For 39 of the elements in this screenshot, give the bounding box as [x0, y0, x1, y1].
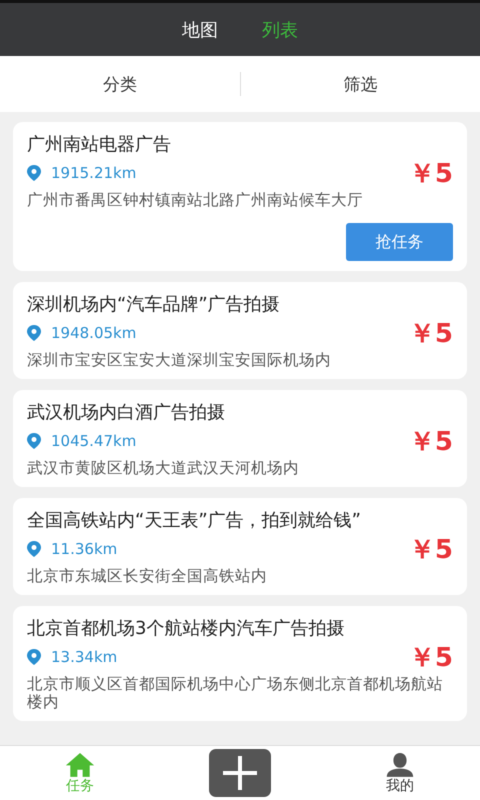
top-tab[interactable]: 地图	[182, 18, 218, 42]
location-pin-icon	[27, 433, 41, 449]
task-card[interactable]: 北京首都机场3个航站楼内汽车广告拍摄 13.34km ￥5 北京市顺义区首都国际机场中心广场东侧北京首都机场航站楼内	[13, 606, 467, 721]
home-icon	[65, 752, 95, 776]
filter-tab[interactable]: 分类	[0, 72, 240, 96]
task-title: 广州南站电器广告	[27, 133, 172, 157]
nav-tab[interactable]: 我的	[386, 752, 414, 794]
task-card[interactable]: 武汉机场内白酒广告拍摄 1045.47km ￥5 武汉市黄陂区机场大道武汉天河机场内	[13, 390, 467, 487]
task-title: 武汉机场内白酒广告拍摄	[27, 401, 226, 425]
address-text: 广州市番禺区钟村镇南站北路广州南站候车大厅	[27, 191, 364, 209]
task-card[interactable]: 深圳机场内“汽车品牌”广告拍摄 1948.05km ￥5 深圳市宝安区宝安大道深圳宝安国际机场内	[13, 282, 467, 379]
location-pin-icon	[27, 325, 41, 341]
distance-text: 1045.47km	[51, 432, 136, 450]
address-text: 北京市顺义区首都国际机场中心广场东侧北京首都机场航站楼内	[27, 675, 444, 711]
task-title: 全国高铁站内“天王表”广告，拍到就给钱”	[27, 509, 362, 533]
price-text: ￥5	[408, 426, 453, 458]
task-card[interactable]: 全国高铁站内“天王表”广告，拍到就给钱” 11.36km ￥5 北京市东城区长安街全国高铁站内	[13, 498, 467, 595]
top-tab[interactable]: 列表	[262, 18, 298, 42]
distance-text: 1948.05km	[51, 324, 136, 342]
user-icon	[386, 752, 414, 776]
address-text: 深圳市宝安区宝安大道深圳宝安国际机场内	[27, 351, 332, 369]
task-title: 深圳机场内“汽车品牌”广告拍摄	[27, 293, 281, 317]
add-button[interactable]	[209, 749, 271, 797]
distance-text: 1915.21km	[51, 164, 136, 182]
price-text: ￥5	[408, 642, 453, 674]
distance-text: 13.34km	[51, 648, 118, 666]
distance-text: 11.36km	[51, 540, 118, 558]
task-card[interactable]: 广州南站电器广告 1915.21km ￥5 广州市番禺区钟村镇南站北路广州南站候车大厅 抢任务	[13, 122, 467, 271]
location-pin-icon	[27, 541, 41, 557]
price-text: ￥5	[408, 158, 453, 190]
price-text: ￥5	[408, 318, 453, 350]
plus-icon	[223, 756, 257, 790]
address-text: 北京市东城区长安街全国高铁站内	[27, 567, 268, 585]
filter-tab[interactable]: 筛选	[240, 72, 480, 96]
location-pin-icon	[27, 165, 41, 181]
price-text: ￥5	[408, 534, 453, 566]
task-title: 北京首都机场3个航站楼内汽车广告拍摄	[27, 617, 346, 641]
address-text: 武汉市黄陂区机场大道武汉天河机场内	[27, 459, 300, 477]
location-pin-icon	[27, 649, 41, 665]
